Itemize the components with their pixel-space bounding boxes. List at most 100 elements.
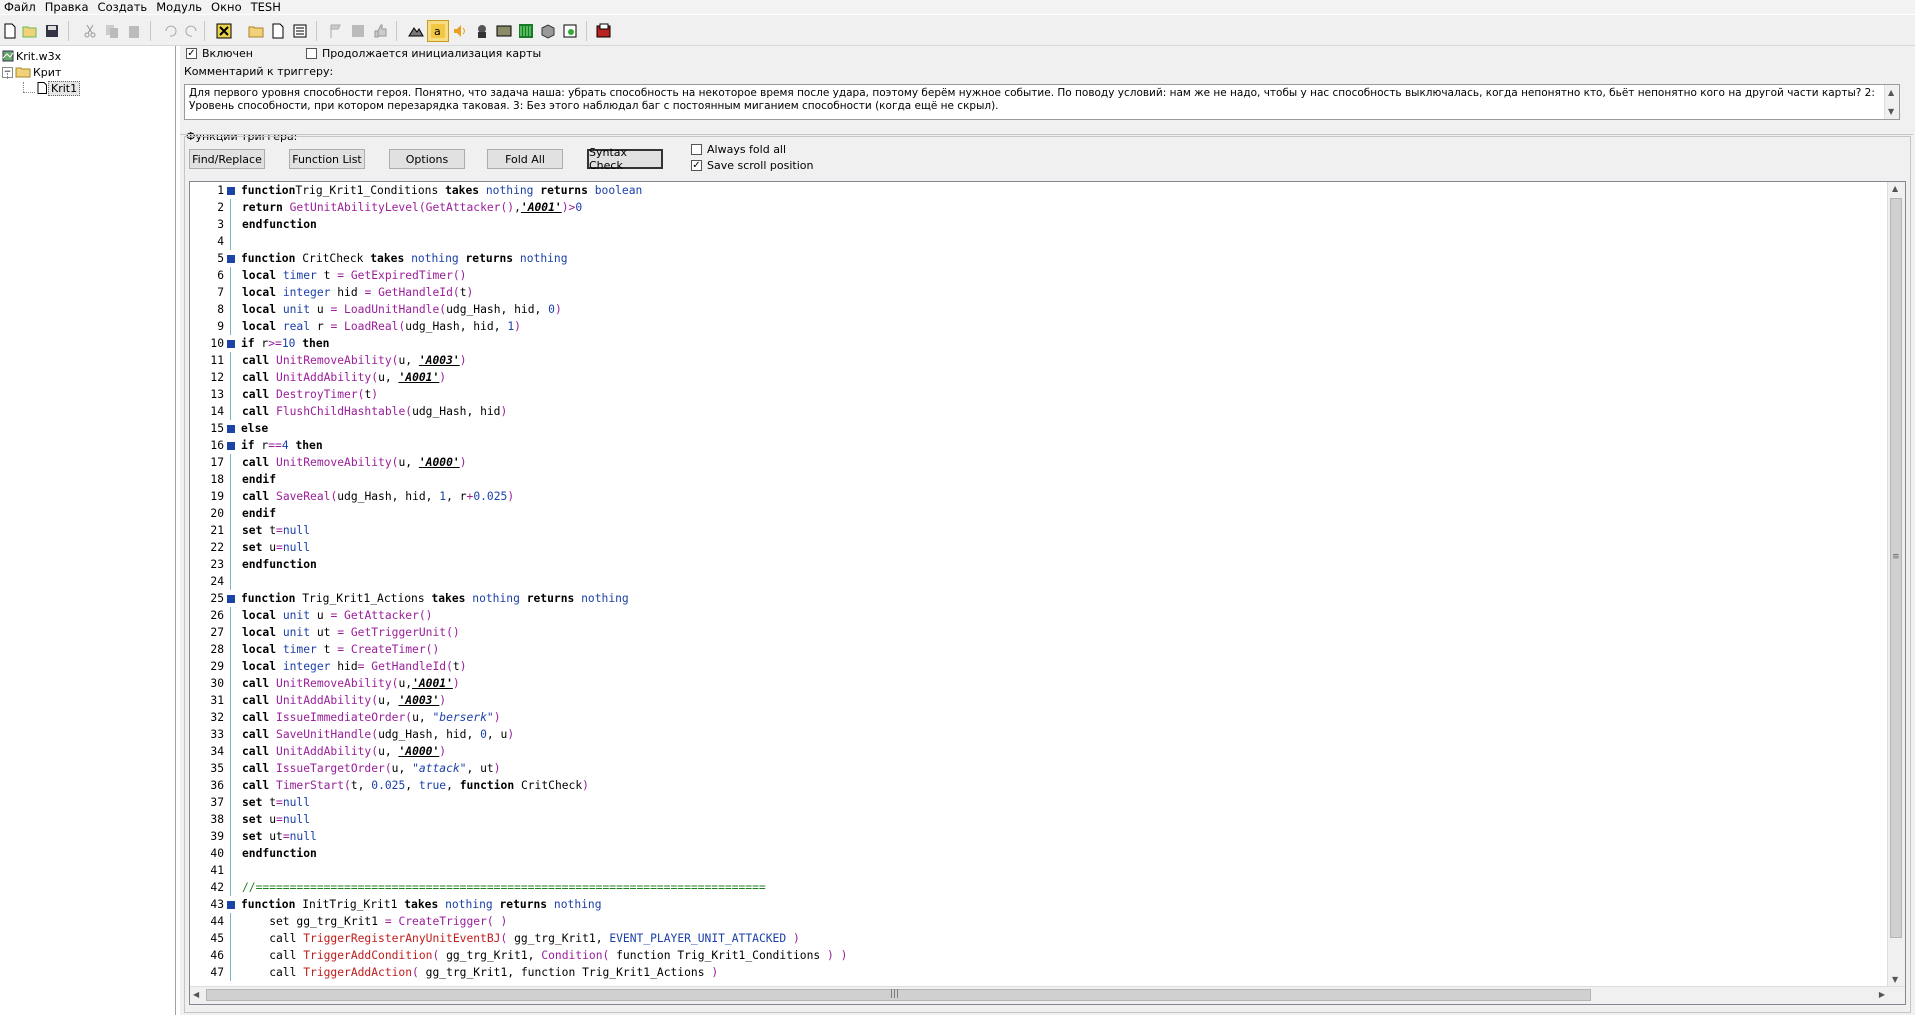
enabled-check-box[interactable]: ✓: [186, 48, 197, 59]
matrix-icon[interactable]: [516, 21, 536, 41]
find-replace-button[interactable]: Find/Replace: [189, 149, 265, 169]
test-map-icon[interactable]: [594, 21, 614, 41]
copy-icon[interactable]: [102, 21, 122, 41]
new-icon[interactable]: [0, 21, 20, 41]
list-icon[interactable]: [290, 21, 310, 41]
fold-marker-icon[interactable]: [224, 339, 238, 348]
code-line[interactable]: 31 call UnitAddAbility(u, 'A003'): [190, 692, 1886, 709]
thumb-icon[interactable]: [370, 21, 390, 41]
code-line[interactable]: 32 call IssueImmediateOrder(u, "berserk"): [190, 709, 1886, 726]
code-line[interactable]: 37 set t=null: [190, 794, 1886, 811]
code-line[interactable]: 18 endif: [190, 471, 1886, 488]
horizontal-scrollbar[interactable]: ◀ ||| ▶: [190, 986, 1905, 1004]
cut-icon[interactable]: [80, 21, 100, 41]
syntax-check-button[interactable]: Syntax Check: [587, 146, 663, 172]
function-list-button[interactable]: Function List: [289, 149, 365, 169]
comment-scrollbar[interactable]: ▲ ▼: [1884, 85, 1899, 119]
fold-marker-icon[interactable]: [224, 441, 238, 450]
code-line[interactable]: 36 call TimerStart(t, 0.025, true, functi…: [190, 777, 1886, 794]
fold-marker-icon[interactable]: [224, 424, 238, 433]
flag-icon[interactable]: [326, 21, 346, 41]
menu-item-3[interactable]: Модуль: [152, 0, 207, 14]
menu-item-5[interactable]: TESH: [247, 0, 286, 14]
code-line[interactable]: 30 call UnitRemoveAbility(u,'A001'): [190, 675, 1886, 692]
menu-item-2[interactable]: Создать: [94, 0, 153, 14]
menu-item-0[interactable]: Файл: [0, 0, 41, 14]
code-line[interactable]: 19 call SaveReal(udg_Hash, hid, 1, r+0.02…: [190, 488, 1886, 505]
code-line[interactable]: 2 return GetUnitAbilityLevel(GetAttacker(…: [190, 199, 1886, 216]
code-line[interactable]: 1 functionTrig_Krit1_Conditions takes not…: [190, 182, 1886, 199]
tree-item-trigger[interactable]: Krit1: [36, 80, 81, 96]
save-scroll-checkbox[interactable]: ✓ Save scroll position: [691, 159, 813, 172]
paste-icon[interactable]: [124, 21, 144, 41]
import-icon[interactable]: [560, 21, 580, 41]
save-scroll-check-box[interactable]: ✓: [691, 160, 702, 171]
fold-all-button[interactable]: Fold All: [487, 149, 563, 169]
code-line[interactable]: 35 call IssueTargetOrder(u, "attack", ut): [190, 760, 1886, 777]
folder-icon[interactable]: [246, 21, 266, 41]
options-button[interactable]: Options: [389, 149, 465, 169]
sound-icon[interactable]: [450, 21, 470, 41]
menu-item-1[interactable]: Правка: [41, 0, 94, 14]
code-line[interactable]: 8 local unit u = LoadUnitHandle(udg_Hash,…: [190, 301, 1886, 318]
save-icon[interactable]: [42, 21, 62, 41]
enabled-checkbox[interactable]: ✓ Включен: [186, 47, 253, 60]
always-fold-check-box[interactable]: [691, 144, 702, 155]
disk-icon[interactable]: [348, 21, 368, 41]
unit-icon[interactable]: [472, 21, 492, 41]
code-line[interactable]: 41: [190, 862, 1886, 879]
menu-item-4[interactable]: Окно: [207, 0, 247, 14]
code-line[interactable]: 3 endfunction: [190, 216, 1886, 233]
redo-icon[interactable]: [182, 21, 202, 41]
fold-marker-icon[interactable]: [224, 900, 238, 909]
init-checkbox[interactable]: Продолжается инициализация карты: [306, 47, 541, 60]
code-line[interactable]: 15 else: [190, 420, 1886, 437]
box-icon[interactable]: [538, 21, 558, 41]
code-line[interactable]: 14 call FlushChildHashtable(udg_Hash, hid…: [190, 403, 1886, 420]
code-line[interactable]: 7 local integer hid = GetHandleId(t): [190, 284, 1886, 301]
letter-a-icon[interactable]: a: [427, 20, 449, 42]
code-line[interactable]: 10 if r>=10 then: [190, 335, 1886, 352]
code-line[interactable]: 22 set u=null: [190, 539, 1886, 556]
fold-marker-icon[interactable]: [224, 594, 238, 603]
code-line[interactable]: 26 local unit u = GetAttacker(): [190, 607, 1886, 624]
tree-item-category[interactable]: − Крит: [2, 64, 63, 80]
code-line[interactable]: 39 set ut=null: [190, 828, 1886, 845]
vertical-scrollbar[interactable]: ▲ ≡ ▼: [1887, 182, 1905, 986]
code-line[interactable]: 23 endfunction: [190, 556, 1886, 573]
code-line[interactable]: 42 //====================================…: [190, 879, 1886, 896]
code-line[interactable]: 20 endif: [190, 505, 1886, 522]
terrain-icon[interactable]: [406, 21, 426, 41]
delete-icon[interactable]: [214, 21, 234, 41]
code-line[interactable]: 25 function Trig_Krit1_Actions takes noth…: [190, 590, 1886, 607]
code-line[interactable]: 13 call DestroyTimer(t): [190, 386, 1886, 403]
code-line[interactable]: 40 endfunction: [190, 845, 1886, 862]
code-line[interactable]: 24: [190, 573, 1886, 590]
fold-marker-icon[interactable]: [224, 186, 238, 195]
comment-textarea[interactable]: Для первого уровня способности героя. По…: [184, 84, 1900, 120]
trigger-tree[interactable]: Krit.w3x − Крит Krit1: [0, 46, 176, 1015]
code-line[interactable]: 28 local timer t = CreateTimer(): [190, 641, 1886, 658]
code-line[interactable]: 27 local unit ut = GetTriggerUnit(): [190, 624, 1886, 641]
code-line[interactable]: 4: [190, 233, 1886, 250]
code-editor[interactable]: 1 functionTrig_Krit1_Conditions takes not…: [189, 181, 1906, 1005]
tree-item-map[interactable]: Krit.w3x: [2, 48, 63, 64]
code-line[interactable]: 17 call UnitRemoveAbility(u, 'A000'): [190, 454, 1886, 471]
fold-marker-icon[interactable]: [224, 254, 238, 263]
code-line[interactable]: 34 call UnitAddAbility(u, 'A000'): [190, 743, 1886, 760]
code-line[interactable]: 45 call TriggerRegisterAnyUnitEventBJ( g…: [190, 930, 1886, 947]
code-line[interactable]: 16 if r==4 then: [190, 437, 1886, 454]
code-line[interactable]: 11 call UnitRemoveAbility(u, 'A003'): [190, 352, 1886, 369]
page-icon[interactable]: [268, 21, 288, 41]
code-line[interactable]: 21 set t=null: [190, 522, 1886, 539]
map-icon[interactable]: [494, 21, 514, 41]
code-line[interactable]: 47 call TriggerAddAction( gg_trg_Krit1, …: [190, 964, 1886, 981]
code-line[interactable]: 38 set u=null: [190, 811, 1886, 828]
code-line[interactable]: 46 call TriggerAddCondition( gg_trg_Krit…: [190, 947, 1886, 964]
undo-icon[interactable]: [160, 21, 180, 41]
code-line[interactable]: 9 local real r = LoadReal(udg_Hash, hid, …: [190, 318, 1886, 335]
open-icon[interactable]: [20, 21, 40, 41]
code-line[interactable]: 5 function CritCheck takes nothing return…: [190, 250, 1886, 267]
code-line[interactable]: 29 local integer hid= GetHandleId(t): [190, 658, 1886, 675]
code-line[interactable]: 6 local timer t = GetExpiredTimer(): [190, 267, 1886, 284]
